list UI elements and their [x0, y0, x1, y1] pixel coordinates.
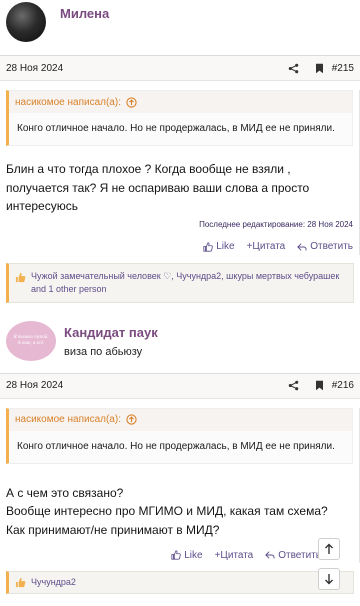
avatar[interactable]: Я только тупой. А так, я всё.: [6, 320, 56, 361]
quote-text: Конго отличное начало. Но не продержалас…: [17, 123, 335, 134]
reactions-bar[interactable]: Чучундра2: [6, 571, 354, 594]
reactions-list[interactable]: Чучундра2: [31, 577, 76, 587]
thumbs-up-icon: [15, 577, 26, 592]
arrow-up-circle-icon[interactable]: [126, 414, 137, 425]
bookmark-icon[interactable]: [312, 378, 328, 394]
reply-icon: [265, 551, 275, 559]
username-link[interactable]: Милена: [60, 6, 109, 21]
reply-button[interactable]: Ответить: [297, 241, 353, 252]
scroll-down-button[interactable]: [318, 568, 340, 590]
quote-label: +Цитата: [214, 549, 254, 561]
post-body: насикомое написал(а): Конго отличное нач…: [0, 407, 360, 563]
arrow-up-icon: [325, 543, 333, 554]
quote-text: Конго отличное начало. Но не продержалас…: [17, 440, 335, 452]
message-text: Блин а что тогда плохое ? Когда вообще н…: [6, 162, 310, 213]
reply-icon: [297, 242, 307, 251]
quote-button[interactable]: +Цитата: [215, 550, 254, 561]
post-meta-bar: 28 Ноя 2024 #216: [0, 372, 360, 399]
post-date[interactable]: 28 Ноя 2024: [6, 380, 276, 391]
like-button[interactable]: Like: [203, 241, 235, 252]
user-block: Кандидат паук виза по абьюзу: [64, 321, 158, 358]
post-header: Милена: [0, 0, 360, 55]
post-number[interactable]: #215: [332, 63, 354, 74]
quote-button[interactable]: +Цитата: [247, 241, 286, 252]
thumbs-up-icon: [171, 550, 182, 560]
thumbs-up-icon: [203, 241, 214, 252]
scroll-up-button[interactable]: [318, 538, 340, 560]
share-icon[interactable]: [286, 378, 302, 394]
thumbs-up-icon: [15, 272, 26, 287]
like-label: Like: [216, 241, 235, 252]
like-label: Like: [184, 549, 203, 561]
avatar-text: Я только тупой. А так, я всё.: [13, 335, 49, 346]
message-text: А с чем это связано? Вообще интересно пр…: [6, 485, 328, 537]
arrow-down-icon: [325, 574, 333, 585]
post-215: Милена 28 Ноя 2024 #215 насикомое написа…: [0, 0, 360, 303]
reactions-bar[interactable]: Чужой замечательный человек ♡, Чучундра2…: [6, 262, 354, 303]
post-actions: Like +Цитата Ответить: [6, 239, 353, 255]
reply-label: Ответить: [310, 241, 353, 252]
post-meta-bar: 28 Ноя 2024 #215: [0, 55, 360, 81]
share-icon[interactable]: [286, 60, 302, 76]
last-edited-note: Последнее редактирование: 28 Ноя 2024: [199, 219, 353, 229]
post-header: Я только тупой. А так, я всё. Кандидат п…: [0, 319, 360, 373]
post-216: Я только тупой. А так, я всё. Кандидат п…: [0, 319, 360, 594]
username-link[interactable]: Кандидат паук: [64, 325, 158, 340]
quote-author[interactable]: насикомое написал(а):: [15, 97, 121, 108]
post-actions: Like +Цитата Ответить: [6, 547, 353, 563]
reply-label: Ответить: [278, 549, 321, 561]
arrow-up-circle-icon[interactable]: [126, 96, 137, 108]
quote-block: насикомое написал(а): Конго отличное нач…: [6, 407, 353, 464]
reply-button[interactable]: Ответить: [265, 550, 321, 561]
post-date[interactable]: 28 Ноя 2024: [6, 63, 276, 74]
quote-label: +Цитата: [246, 241, 286, 252]
user-title: виза по абьюзу: [64, 345, 143, 358]
quote-author[interactable]: насикомое написал(а):: [15, 414, 121, 425]
quote-header[interactable]: насикомое написал(а):: [9, 408, 352, 431]
user-block: Милена: [60, 2, 109, 21]
post-number[interactable]: #216: [332, 380, 354, 391]
reactions-list[interactable]: Чужой замечательный человек ♡, Чучундра2…: [31, 271, 339, 294]
like-button[interactable]: Like: [171, 549, 203, 561]
post-body: насикомое написал(а): Конго отличное нач…: [0, 90, 360, 255]
bookmark-icon[interactable]: [312, 60, 328, 76]
quote-block: насикомое написал(а): Конго отличное нач…: [6, 90, 353, 146]
quote-header[interactable]: насикомое написал(а):: [9, 91, 352, 113]
avatar[interactable]: [6, 2, 46, 42]
